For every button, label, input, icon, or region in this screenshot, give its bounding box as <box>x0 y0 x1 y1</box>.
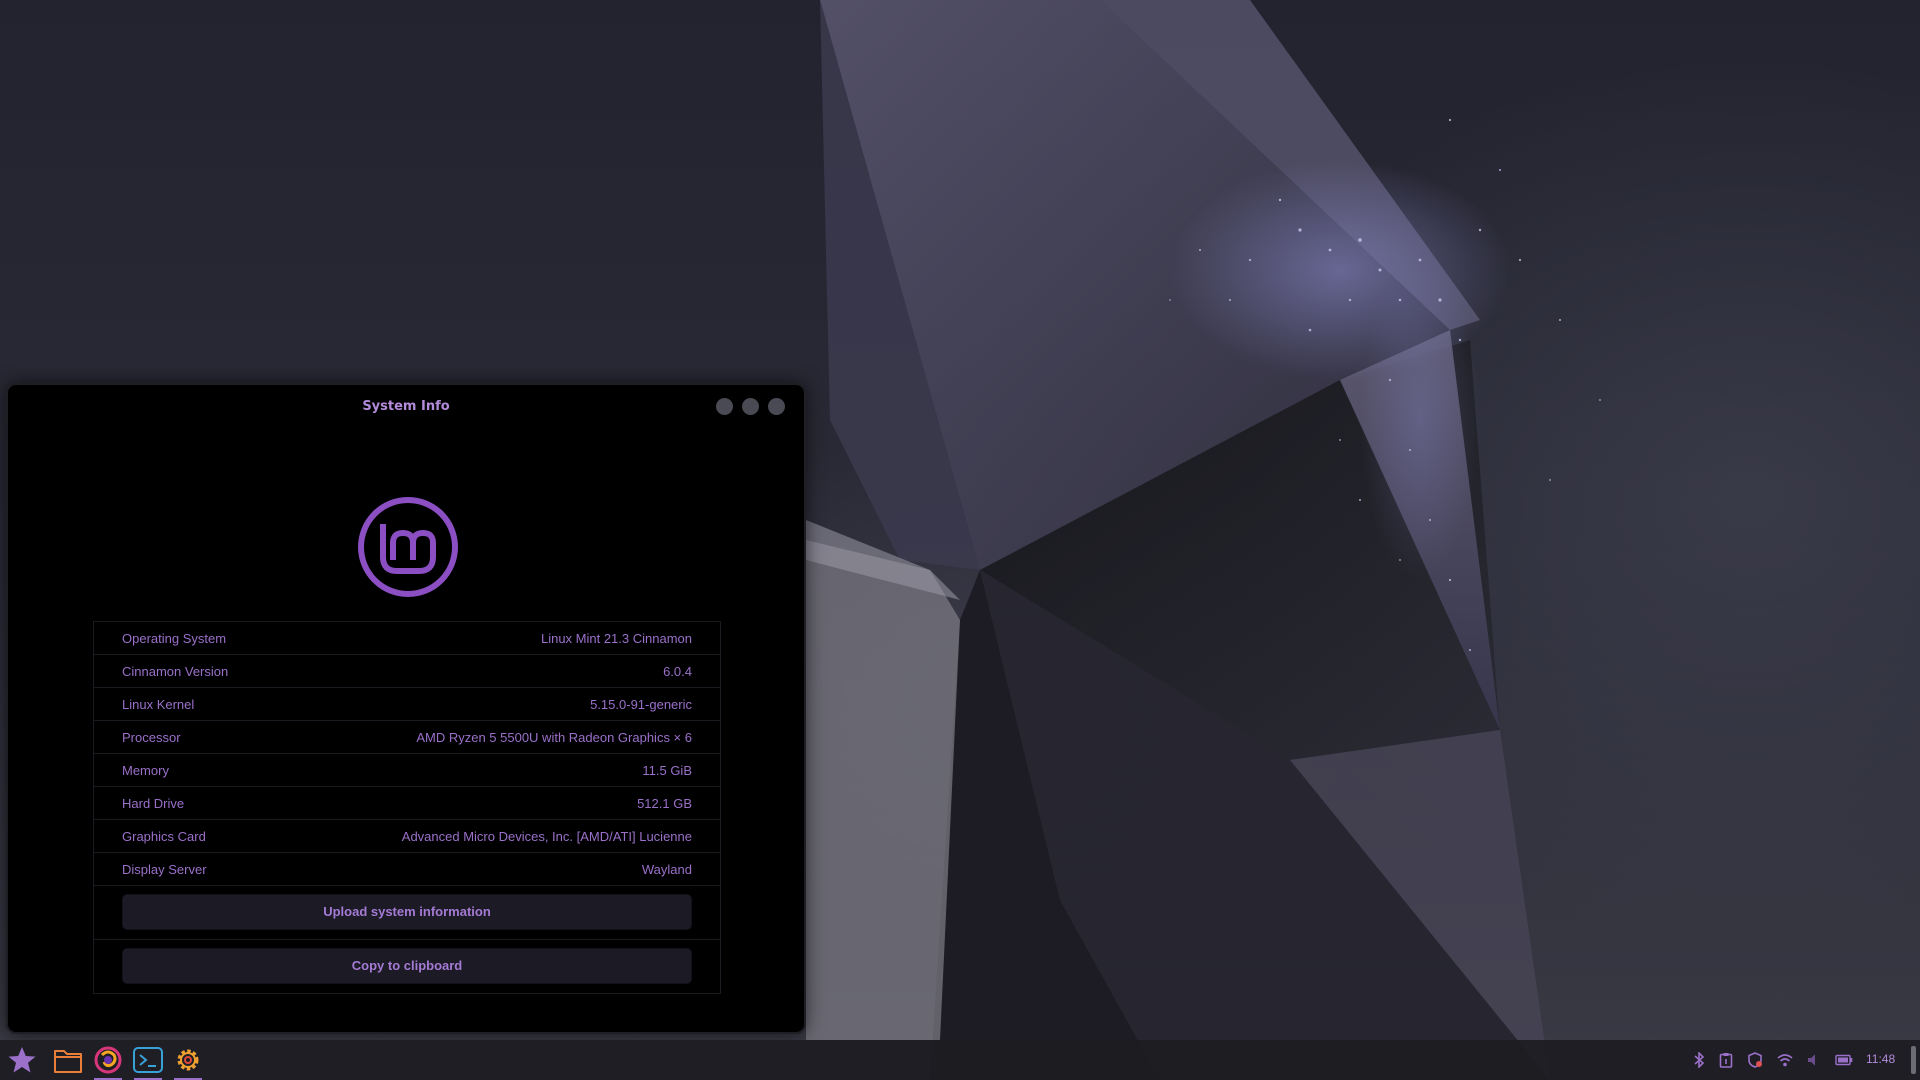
wifi-icon[interactable] <box>1776 1052 1794 1068</box>
info-value: Advanced Micro Devices, Inc. [AMD/ATI] L… <box>401 829 692 844</box>
info-row-linux-kernel: Linux Kernel 5.15.0-91-generic <box>94 688 720 721</box>
volume-icon[interactable] <box>1805 1052 1823 1068</box>
clock[interactable]: 11:48 <box>1866 1052 1895 1066</box>
terminal-launcher[interactable] <box>128 1040 168 1080</box>
files-launcher[interactable] <box>48 1040 88 1080</box>
info-row-display-server: Display Server Wayland <box>94 853 720 886</box>
info-row-operating-system: Operating System Linux Mint 21.3 Cinnamo… <box>94 622 720 655</box>
info-row-memory: Memory 11.5 GiB <box>94 754 720 787</box>
info-key: Linux Kernel <box>122 697 195 712</box>
info-value: Linux Mint 21.3 Cinnamon <box>540 631 692 646</box>
title-bar[interactable]: System Info <box>8 385 804 427</box>
settings-launcher[interactable] <box>168 1040 208 1080</box>
window-title: System Info <box>362 399 450 414</box>
close-button[interactable] <box>768 398 785 415</box>
info-row-cinnamon-version: Cinnamon Version 6.0.4 <box>94 655 720 688</box>
info-key: Operating System <box>122 631 227 646</box>
info-key: Cinnamon Version <box>122 664 229 679</box>
info-key: Processor <box>122 730 181 745</box>
info-key: Hard Drive <box>122 796 185 811</box>
upload-area: Upload system information <box>94 886 720 940</box>
maximize-button[interactable] <box>742 398 759 415</box>
info-value: 6.0.4 <box>663 664 692 679</box>
folder-icon <box>54 1050 82 1073</box>
info-value: 512.1 GB <box>637 796 692 811</box>
system-info-window: System Info Operating System Linux Mint … <box>6 383 806 1034</box>
star-menu-icon <box>8 1047 36 1073</box>
firefox-icon <box>94 1046 122 1074</box>
shield-update-icon[interactable] <box>1746 1052 1764 1068</box>
linux-mint-logo-icon <box>358 497 458 597</box>
clipboard-icon[interactable] <box>1717 1052 1735 1068</box>
info-key: Display Server <box>122 862 207 877</box>
minimize-button[interactable] <box>716 398 733 415</box>
firefox-launcher[interactable] <box>88 1040 128 1080</box>
show-desktop-button[interactable] <box>1911 1046 1916 1074</box>
menu-button[interactable] <box>2 1040 42 1080</box>
taskbar-panel: 11:48 <box>0 1040 1920 1080</box>
info-row-processor: Processor AMD Ryzen 5 5500U with Radeon … <box>94 721 720 754</box>
terminal-icon <box>133 1047 163 1073</box>
info-key: Memory <box>122 763 169 778</box>
info-value: AMD Ryzen 5 5500U with Radeon Graphics ×… <box>416 730 692 745</box>
info-value: Wayland <box>641 862 692 877</box>
battery-icon[interactable] <box>1835 1052 1853 1068</box>
settings-gear-icon <box>177 1049 199 1071</box>
upload-system-info-button[interactable]: Upload system information <box>122 894 692 930</box>
copy-area: Copy to clipboard <box>94 940 720 993</box>
info-row-hard-drive: Hard Drive 512.1 GB <box>94 787 720 820</box>
bluetooth-icon[interactable] <box>1690 1052 1708 1068</box>
copy-to-clipboard-button[interactable]: Copy to clipboard <box>122 948 692 984</box>
info-row-graphics-card: Graphics Card Advanced Micro Devices, In… <box>94 820 720 853</box>
desktop: System Info Operating System Linux Mint … <box>0 0 1920 1080</box>
info-value: 5.15.0-91-generic <box>590 697 692 712</box>
system-info-table: Operating System Linux Mint 21.3 Cinnamo… <box>93 621 721 994</box>
info-value: 11.5 GiB <box>642 763 692 778</box>
info-key: Graphics Card <box>122 829 206 844</box>
